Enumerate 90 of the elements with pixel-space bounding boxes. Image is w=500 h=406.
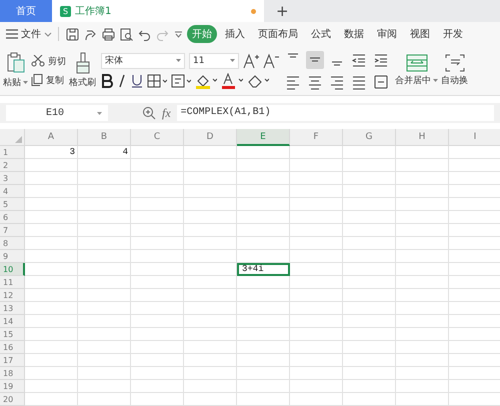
underline-icon[interactable] (131, 74, 143, 88)
sheet-icon: S (60, 6, 71, 16)
caret-icon (97, 112, 102, 114)
bold-icon[interactable] (101, 74, 113, 88)
home-tab[interactable]: 首页 (0, 0, 52, 22)
table-cell: 3+4i (237, 263, 290, 276)
row-header[interactable]: 18 (0, 367, 25, 380)
column-header[interactable]: D (184, 129, 237, 146)
file-menu[interactable]: 文件 (6, 27, 52, 41)
row-header[interactable]: 8 (0, 237, 25, 250)
workbook-tab[interactable]: S 工作簿1 (52, 0, 264, 22)
cut-button[interactable]: 剪切 (31, 54, 66, 68)
chevron-icon (44, 32, 52, 36)
row-header[interactable]: 1 (0, 146, 25, 159)
borders-icon[interactable] (147, 74, 167, 88)
wrap-text-button[interactable]: 自动换 (441, 54, 468, 87)
column-header[interactable]: F (290, 129, 343, 146)
column-header[interactable]: B (78, 129, 131, 146)
ribbon-tab[interactable]: 开始 (187, 25, 217, 43)
wrap-text-icon (444, 54, 466, 72)
row-header[interactable]: 16 (0, 341, 25, 354)
paste-button[interactable]: 粘贴 (3, 52, 28, 89)
clipboard-icon (6, 52, 26, 74)
column-header[interactable]: E (237, 129, 290, 146)
table-cell-text: 3 (68, 146, 76, 159)
merge-cells-icon (406, 54, 428, 72)
row-header[interactable]: 14 (0, 315, 25, 328)
row-header[interactable]: 10 (0, 263, 25, 276)
row-header[interactable]: 12 (0, 289, 25, 302)
save-icon[interactable] (66, 28, 79, 40)
grow-font-icon[interactable] (243, 52, 259, 68)
tab-title: 工作簿1 (75, 5, 112, 18)
function-label[interactable]: fx (162, 106, 171, 120)
font-color-icon[interactable] (221, 72, 243, 88)
row-header[interactable]: 15 (0, 328, 25, 341)
ribbon-tab[interactable]: 公式 (306, 25, 336, 43)
new-tab-button[interactable]: + (264, 0, 301, 22)
column-header[interactable]: A (25, 129, 78, 146)
brush-icon (74, 52, 92, 74)
name-box[interactable]: E10 (6, 105, 108, 121)
export-icon[interactable] (84, 28, 97, 40)
cell-style-icon[interactable] (171, 74, 191, 88)
row-header[interactable]: 7 (0, 224, 25, 237)
copy-button[interactable]: 复制 (31, 74, 66, 86)
distribute-icon[interactable] (372, 72, 390, 90)
caret-icon (230, 59, 235, 62)
dropdown-icon[interactable] (174, 30, 183, 38)
column-header[interactable]: C (131, 129, 184, 146)
row-header[interactable]: 20 (0, 393, 25, 406)
italic-icon[interactable] (117, 74, 127, 88)
row-header[interactable]: 5 (0, 198, 25, 211)
formula-field[interactable]: =COMPLEX(A1,B1) (176, 105, 494, 121)
eraser-icon[interactable] (247, 72, 269, 88)
corner-triangle-icon (15, 136, 22, 143)
ribbon-tab[interactable]: 页面布局 (253, 25, 303, 43)
row-header[interactable]: 9 (0, 250, 25, 263)
copy-icon (31, 74, 43, 86)
font-name-field[interactable]: 宋体 (101, 52, 185, 68)
vertical-align-icon[interactable] (306, 50, 324, 68)
ribbon-tab[interactable]: 数据 (339, 25, 369, 43)
preview-icon[interactable] (120, 28, 133, 40)
undo-icon[interactable] (138, 28, 151, 40)
caret-icon (176, 59, 181, 62)
ribbon-tab[interactable]: 开发 (438, 25, 468, 43)
font-size-field[interactable]: 11 (189, 52, 239, 68)
table-cell-text: 4 (122, 146, 129, 159)
row-header[interactable]: 11 (0, 276, 25, 289)
zoom-icon[interactable] (142, 106, 156, 120)
caret-icon (433, 79, 438, 82)
row-header[interactable]: 17 (0, 354, 25, 367)
row-header[interactable]: 2 (0, 159, 25, 172)
menu-icon (6, 29, 18, 39)
row-header[interactable]: 19 (0, 380, 25, 393)
format-painter-button[interactable]: 格式刷 (69, 52, 96, 89)
row-header[interactable]: 3 (0, 172, 25, 185)
ribbon-tab[interactable]: 视图 (405, 25, 435, 43)
column-header[interactable]: I (449, 129, 500, 146)
scissors-icon (31, 55, 45, 67)
caret-icon (23, 81, 28, 84)
row-header[interactable]: 6 (0, 211, 25, 224)
shrink-font-icon[interactable] (263, 52, 279, 68)
column-header[interactable]: G (343, 129, 396, 146)
row-header[interactable]: 13 (0, 302, 25, 315)
column-header[interactable]: H (396, 129, 449, 146)
fill-color-icon[interactable] (195, 72, 217, 88)
ribbon-tab[interactable]: 插入 (220, 25, 250, 43)
row-header[interactable]: 4 (0, 185, 25, 198)
print-icon[interactable] (102, 28, 115, 40)
ribbon-tab[interactable]: 审阅 (372, 25, 402, 43)
merge-center-button[interactable]: 合并居中 (395, 54, 438, 87)
